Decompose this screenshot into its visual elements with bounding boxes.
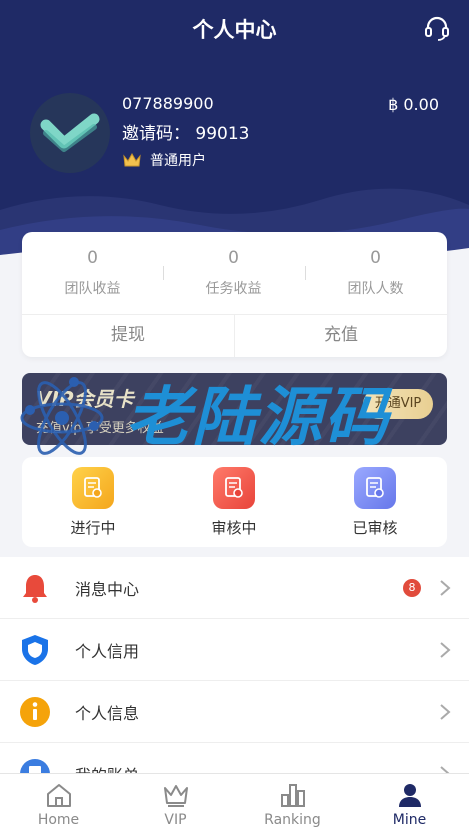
menu-label: 个人信息 [75,703,140,723]
chevron-right-icon [440,579,451,596]
stat-value: 0 [228,248,239,268]
task-label: 已审核 [352,519,398,537]
chevron-right-icon [440,703,451,720]
home-icon [46,784,71,807]
stat-team-size: 0 团队人数 [305,248,446,298]
profile-header: 个人中心 077889900 邀请码： 99013 普通用户 ฿ 0.00 [0,0,469,268]
balance: ฿ 0.00 [388,95,439,114]
task-label: 进行中 [70,519,116,537]
bottom-tab-bar: Home VIP Ranking Mine [0,773,469,835]
stats-card: 0 团队收益 0 任务收益 0 团队人数 提现 充值 [22,232,447,357]
invite-code-row[interactable]: 邀请码： 99013 [122,119,250,144]
task-reviewed[interactable]: 已审核 [315,467,435,538]
task-in-progress[interactable]: 进行中 [33,467,153,538]
menu-label: 个人信用 [75,641,140,661]
page-title: 个人中心 [192,18,277,42]
bar-chart-icon [280,784,305,807]
member-level-label: 普通用户 [150,153,206,169]
menu-item-credit[interactable]: 个人信用 [0,619,469,681]
tab-vip[interactable]: VIP [117,782,234,828]
crown-icon [163,785,188,807]
stat-label: 任务收益 [205,281,262,297]
menu-item-info[interactable]: 个人信息 [0,681,469,743]
withdraw-button[interactable]: 提现 [22,314,234,357]
stat-task-income: 0 任务收益 [163,248,304,298]
info-icon [18,695,52,729]
headset-icon[interactable] [423,14,451,42]
member-level: 普通用户 [122,150,250,170]
crown-icon [123,152,141,167]
chevron-right-icon [440,641,451,658]
stat-team-income: 0 团队收益 [22,248,163,298]
task-under-review[interactable]: 审核中 [174,467,294,538]
menu-label: 消息中心 [75,579,140,599]
tab-mine[interactable]: Mine [351,782,468,828]
document-icon [213,467,255,509]
bell-icon [18,571,52,605]
user-phone: 077889900 [122,94,214,113]
tab-home[interactable]: Home [0,782,117,828]
shield-icon [18,633,52,667]
recharge-button[interactable]: 充值 [235,314,447,357]
tab-label: Home [37,812,80,828]
stat-value: 0 [370,248,381,268]
task-label: 审核中 [211,519,257,537]
document-icon [354,467,396,509]
stat-label: 团队收益 [64,281,121,297]
invite-label: 邀请码： [122,124,190,144]
stat-value: 0 [87,248,98,268]
document-icon [72,467,114,509]
task-status-card: 进行中 审核中 已审核 [22,457,447,547]
tab-label: Mine [392,812,427,828]
watermark-text: 老陆源码 [126,381,390,455]
check-logo-icon [40,113,100,152]
avatar[interactable] [30,93,110,173]
user-info: 077889900 邀请码： 99013 普通用户 [122,94,250,170]
tab-label: VIP [164,812,187,828]
tab-ranking[interactable]: Ranking [234,782,351,828]
user-icon [398,784,421,807]
stat-label: 团队人数 [347,281,404,297]
unread-badge: 8 [403,578,421,597]
menu-item-messages[interactable]: 消息中心 8 [0,557,469,619]
menu-list: 消息中心 8 个人信用 个人信息 我的账单 [0,557,469,805]
tab-label: Ranking [264,812,321,828]
invite-code: 99013 [195,124,250,144]
